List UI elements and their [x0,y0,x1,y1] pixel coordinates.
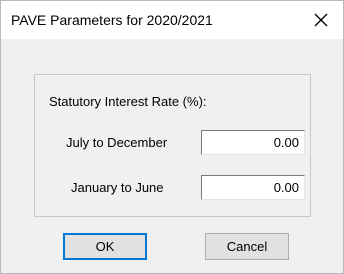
window-title: PAVE Parameters for 2020/2021 [11,12,213,28]
january-to-june-label: January to June [71,180,164,195]
july-to-december-label: July to December [66,135,168,150]
close-button[interactable] [299,1,343,39]
ok-button[interactable]: OK [63,233,147,260]
title-bar: PAVE Parameters for 2020/2021 [1,1,343,39]
july-to-december-field[interactable] [201,130,305,155]
close-icon [314,13,328,27]
january-to-june-field[interactable] [201,175,305,200]
dialog-window: PAVE Parameters for 2020/2021 Statutory … [0,0,344,274]
cancel-button[interactable]: Cancel [205,233,289,260]
group-label: Statutory Interest Rate (%): [49,94,207,109]
